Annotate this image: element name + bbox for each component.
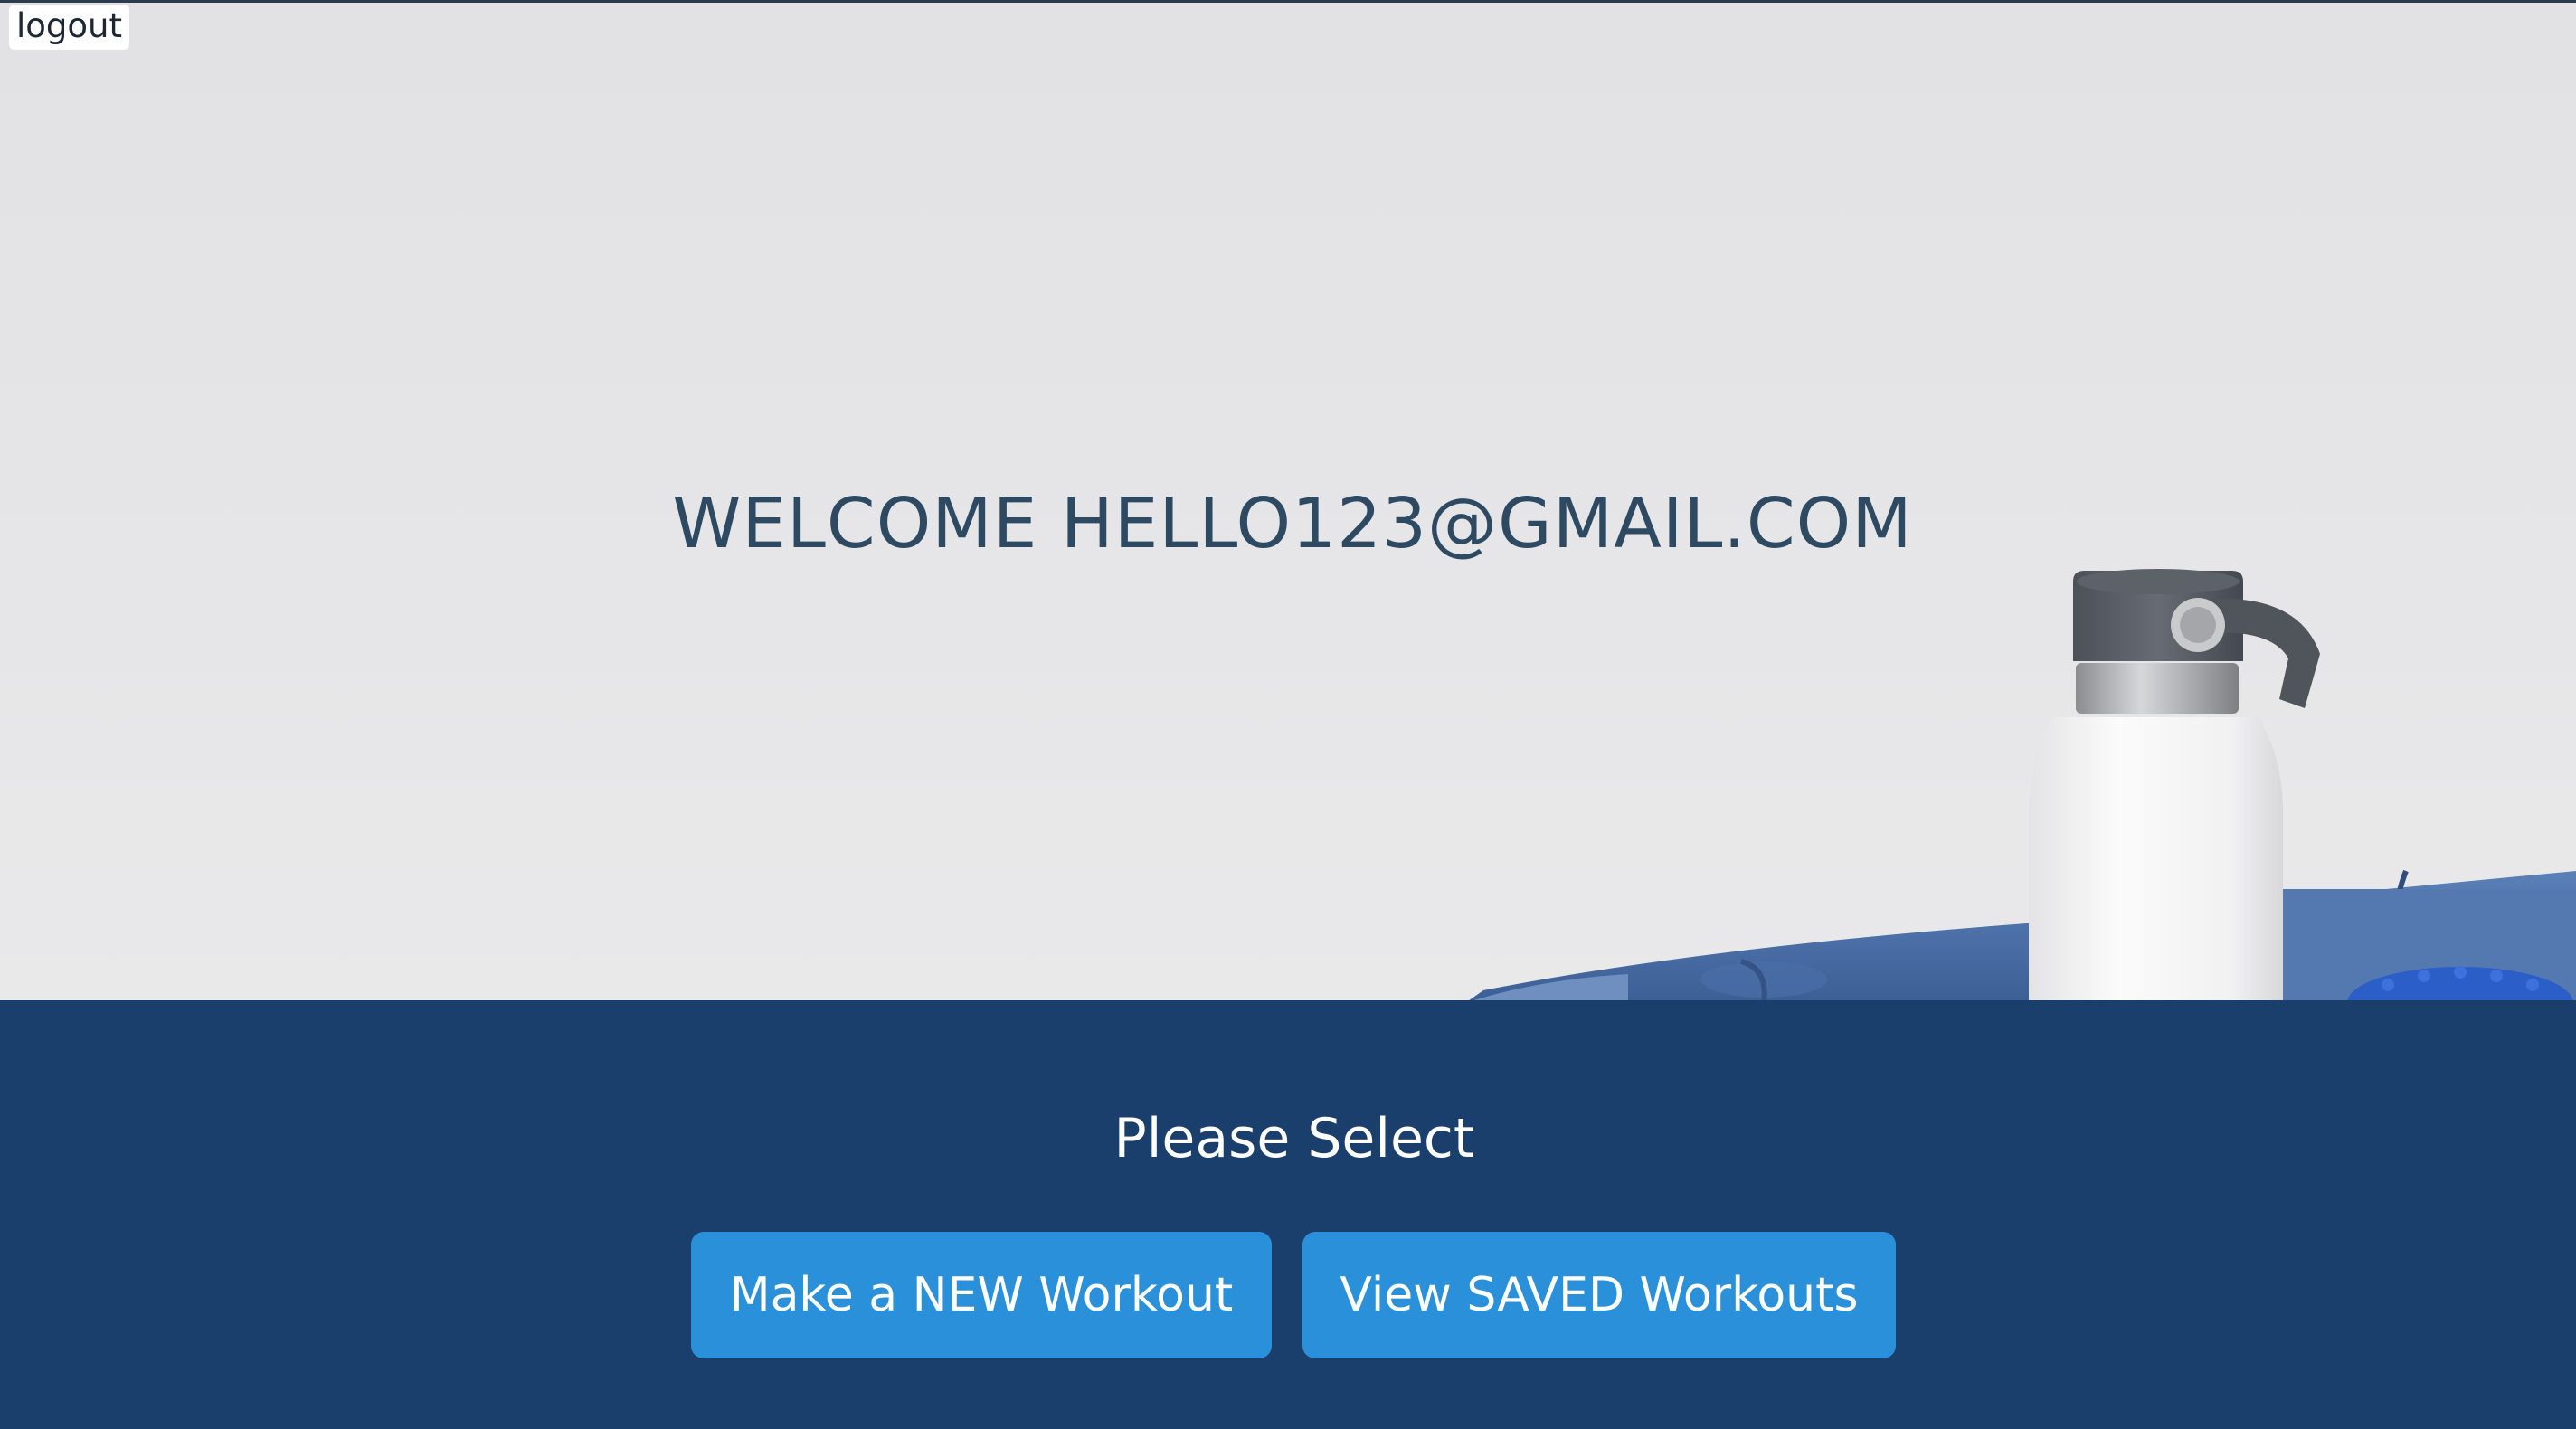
new-workout-button[interactable]: Make a NEW Workout [691, 1232, 1272, 1358]
welcome-heading: WELCOME HELLO123@GMAIL.COM [672, 484, 1913, 564]
page: logout WELCOME HELLO123@GMAIL.COM Please… [0, 0, 2576, 1429]
select-title: Please Select [1113, 1107, 1475, 1170]
hero-banner: logout WELCOME HELLO123@GMAIL.COM [0, 0, 2576, 1000]
logout-link[interactable]: logout [9, 5, 129, 50]
saved-workouts-button[interactable]: View SAVED Workouts [1302, 1232, 1896, 1358]
selection-panel: Please Select Make a NEW Workout View SA… [0, 1000, 2576, 1429]
